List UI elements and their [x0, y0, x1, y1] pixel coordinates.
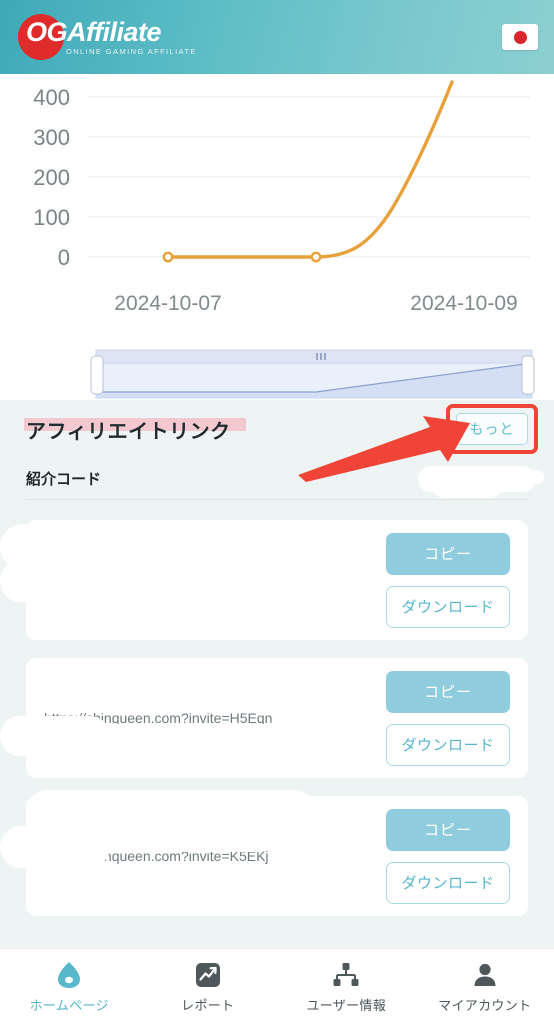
download-button[interactable]: ダウンロード	[386, 861, 510, 904]
y-tick-400: 400	[33, 85, 70, 110]
y-tick-0: 0	[58, 245, 70, 270]
nav-label: レポート	[181, 997, 235, 1013]
copy-button[interactable]: コピー	[386, 670, 510, 713]
download-button[interactable]: ダウンロード	[386, 723, 510, 766]
logo-wordmark: OGAffiliate	[26, 16, 197, 47]
chart-marker-point[interactable]	[162, 251, 174, 263]
nav-label: ユーザー情報	[306, 997, 387, 1013]
app-root: OGAffiliate ONLINE GAMING AFFILIATE 400 …	[0, 0, 554, 1024]
org-tree-user-icon	[331, 960, 361, 990]
card-actions: コピー ダウンロード	[386, 532, 510, 628]
y-tick-100: 100	[33, 205, 70, 230]
nav-item-user-info[interactable]: ユーザー情報	[277, 949, 416, 1024]
affiliate-section: アフィリエイトリンク もっと 紹介コード	[0, 400, 554, 514]
app-header: OGAffiliate ONLINE GAMING AFFILIATE	[0, 0, 554, 74]
line-chart[interactable]: 400 300 200 100 0 2024-10-07 2024-10-09	[0, 74, 554, 324]
affiliate-link-url[interactable]: https://shinqueen.com?invite=K5EKj	[44, 848, 386, 864]
logo-subtitle: ONLINE GAMING AFFILIATE	[66, 46, 197, 56]
copy-button[interactable]: コピー	[386, 532, 510, 575]
chart-panel: 400 300 200 100 0 2024-10-07 2024-10-09	[0, 74, 554, 400]
logo-og-text: OG	[26, 16, 68, 47]
chart-report-icon	[193, 960, 223, 990]
affiliate-link-list: コピー ダウンロード https://shinqueen.com?invite=…	[0, 520, 554, 934]
language-flag-button[interactable]	[502, 24, 538, 50]
more-button[interactable]: もっと	[456, 413, 528, 445]
list-item: https://shinqueen.com?invite=K5EKj コピー ダ…	[26, 796, 528, 916]
datazoom-handle-left[interactable]	[90, 355, 104, 395]
logo-text: OGAffiliate ONLINE GAMING AFFILIATE	[22, 16, 197, 56]
nav-item-report[interactable]: レポート	[139, 949, 278, 1024]
x-tick-label: 2024-10-07	[114, 292, 221, 315]
nav-label: ホームページ	[29, 997, 109, 1013]
datazoom-svg[interactable]	[0, 324, 554, 400]
nav-item-home[interactable]: ホームページ	[0, 949, 139, 1024]
nav-label: マイアカウント	[438, 997, 532, 1013]
datazoom-grip-icon	[316, 353, 326, 360]
home-droplet-icon	[54, 960, 84, 990]
list-item: コピー ダウンロード	[26, 520, 528, 640]
referral-code-label: 紹介コード	[26, 471, 102, 488]
copy-button[interactable]: コピー	[386, 808, 510, 851]
referral-code-row: 紹介コード	[26, 458, 528, 500]
datazoom-drag-bar[interactable]	[95, 349, 533, 364]
affiliate-title-row: アフィリエイトリンク もっと	[24, 400, 538, 458]
logo-main-text: Affiliate	[67, 16, 162, 47]
chart-gridlines	[88, 96, 530, 258]
chart-datazoom-slider[interactable]	[0, 324, 554, 400]
x-tick-label: 2024-10-09	[410, 292, 517, 315]
page-title: アフィリエイトリンク	[24, 415, 246, 444]
chart-x-axis: 2024-10-07 2024-10-09	[114, 292, 517, 315]
download-button[interactable]: ダウンロード	[386, 585, 510, 628]
y-tick-200: 200	[33, 165, 70, 190]
y-tick-300: 300	[33, 125, 70, 150]
card-actions: コピー ダウンロード	[386, 808, 510, 904]
chart-marker-point[interactable]	[310, 251, 322, 263]
chart-y-axis: 400 300 200 100 0	[33, 85, 70, 270]
more-button-wrapper: もっと	[446, 404, 538, 454]
datazoom-handle-right[interactable]	[521, 355, 535, 395]
chart-series-line	[166, 80, 454, 259]
bottom-navigation: ホームページ レポート ユーザー情報 マイアカウント	[0, 948, 554, 1024]
list-item: https://shinqueen.com?invite=H5Eqn コピー ダ…	[26, 658, 528, 778]
card-actions: コピー ダウンロード	[386, 670, 510, 766]
brand-logo[interactable]: OGAffiliate ONLINE GAMING AFFILIATE	[18, 14, 197, 60]
affiliate-link-url[interactable]: https://shinqueen.com?invite=H5Eqn	[44, 710, 386, 726]
japan-flag-icon	[513, 30, 527, 44]
person-account-icon	[470, 960, 500, 990]
nav-item-my-account[interactable]: マイアカウント	[416, 949, 554, 1024]
